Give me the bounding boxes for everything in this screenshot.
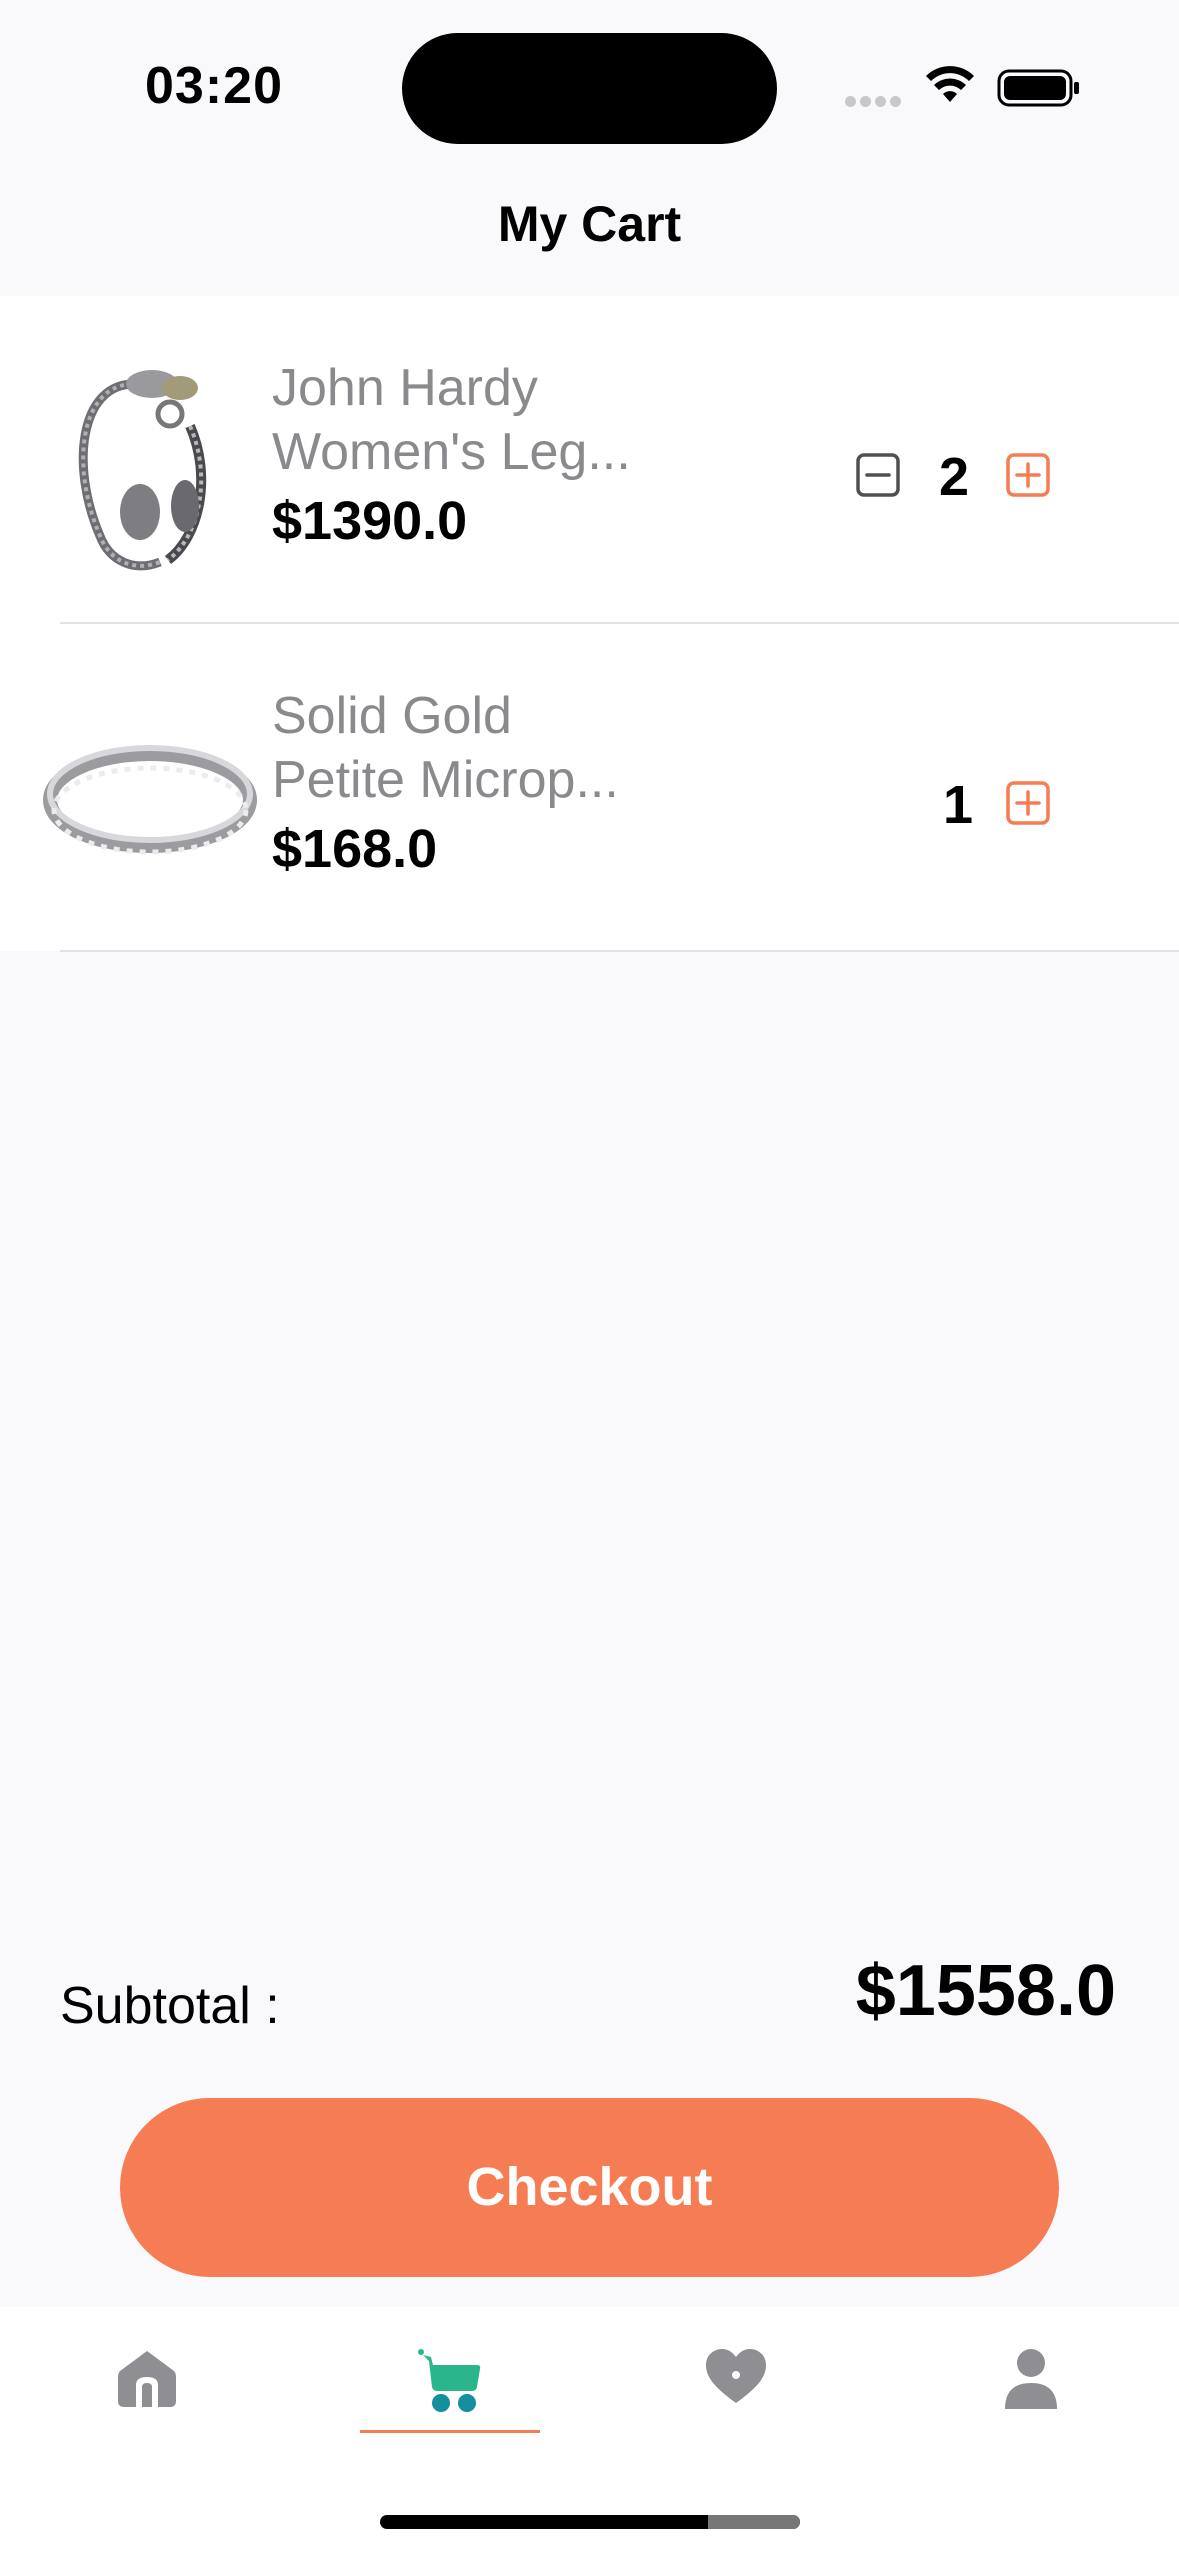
item-name-line2: Women's Leg... <box>272 423 631 481</box>
active-tab-indicator <box>360 2430 540 2433</box>
item-quantity: 1 <box>942 775 974 835</box>
home-icon <box>118 2351 176 2407</box>
cellular-signal-icon <box>845 94 905 107</box>
cart-item[interactable]: John Hardy Women's Leg... $1390.0 2 <box>0 296 1179 624</box>
cart-item[interactable]: Solid Gold Petite Microp... $168.0 1 <box>0 624 1179 952</box>
cart-icon <box>418 2349 481 2412</box>
item-name-line1: John Hardy <box>272 359 538 417</box>
home-indicator[interactable] <box>380 2515 800 2529</box>
subtotal-value: $1558.0 <box>855 1951 1116 2031</box>
decrease-quantity-button[interactable] <box>856 453 900 497</box>
item-quantity: 2 <box>938 447 970 507</box>
item-name-line1: Solid Gold <box>272 687 512 745</box>
increase-quantity-button[interactable] <box>1006 781 1050 825</box>
status-bar: 03:20 <box>0 0 1179 170</box>
product-image-ring[interactable] <box>40 664 260 914</box>
battery-icon <box>997 69 1079 107</box>
item-divider <box>60 950 1179 952</box>
item-name[interactable]: John Hardy Women's Leg... <box>272 356 692 484</box>
profile-icon <box>1005 2349 1057 2409</box>
tab-home[interactable] <box>57 2307 237 2447</box>
checkout-button[interactable]: Checkout <box>120 2098 1059 2277</box>
item-price: $1390.0 <box>272 491 468 551</box>
tab-cart[interactable] <box>360 2307 540 2447</box>
status-time: 03:20 <box>145 57 283 115</box>
wifi-icon <box>926 66 974 102</box>
dynamic-island <box>402 33 777 144</box>
increase-quantity-button[interactable] <box>1006 453 1050 497</box>
product-image-bracelet[interactable] <box>40 336 260 586</box>
tab-favorites[interactable] <box>646 2307 826 2447</box>
item-name-line2: Petite Microp... <box>272 751 619 809</box>
subtotal-label: Subtotal : <box>60 1977 280 2035</box>
page-title: My Cart <box>497 196 682 252</box>
tab-profile[interactable] <box>941 2307 1121 2447</box>
heart-icon <box>706 2349 766 2403</box>
cart-list: John Hardy Women's Leg... $1390.0 2 Soli… <box>0 296 1179 952</box>
item-name[interactable]: Solid Gold Petite Microp... <box>272 684 692 812</box>
item-price: $168.0 <box>272 819 438 879</box>
